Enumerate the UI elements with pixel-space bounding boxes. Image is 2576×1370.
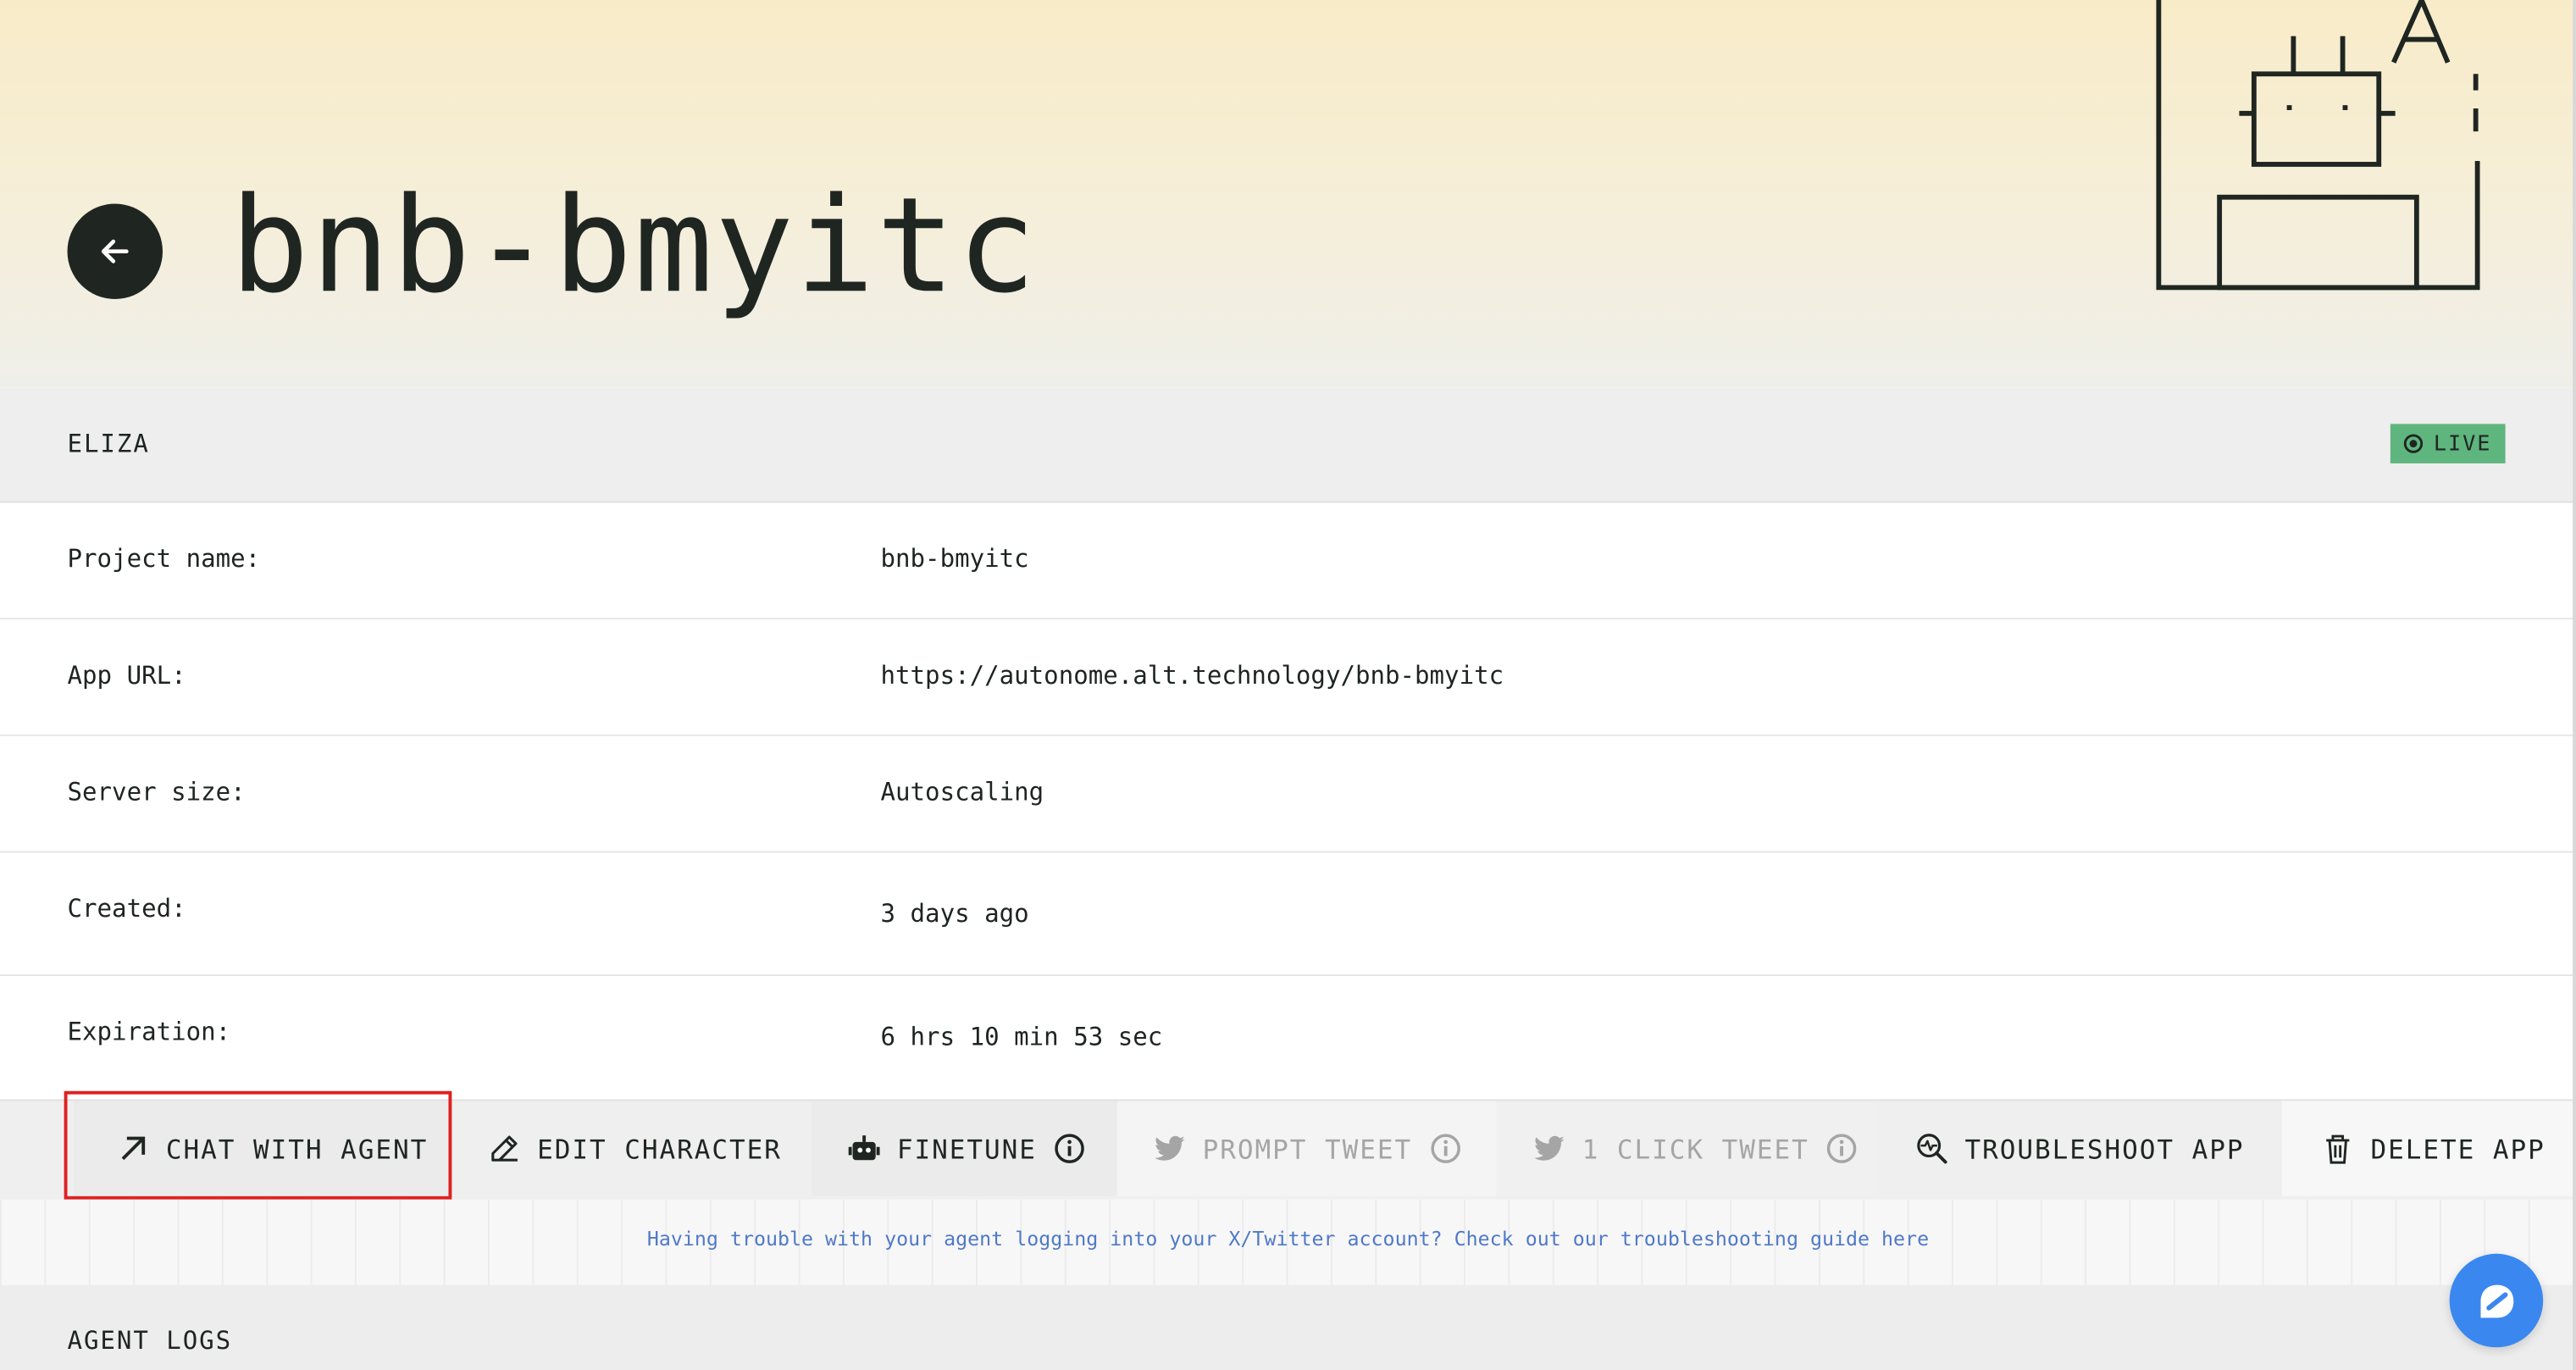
robot-illustration (2156, 0, 2480, 291)
twitter-bird-icon (1534, 1135, 1565, 1161)
chat-with-agent-button[interactable]: CHAT WITH AGENT (74, 1101, 452, 1196)
finetune-button[interactable]: FINETUNE (812, 1101, 1117, 1196)
detail-key: Server size: (67, 777, 246, 807)
twitter-bird-icon (1155, 1135, 1185, 1161)
support-chat-button[interactable] (2449, 1253, 2544, 1348)
chat-bubble-icon (2479, 1284, 2513, 1317)
expiration-countdown: 6 hrs 10 min 53 sec (880, 1022, 1163, 1052)
page-header: bnb-bmyitc (0, 0, 2576, 388)
app-page: bnb-bmyitc ELIZA LIVE Project name: bnb-… (0, 0, 2576, 1370)
arrow-up-right-icon (121, 1136, 146, 1161)
action-bar: CHAT WITH AGENT EDIT CHARACTER FINETUNE (0, 1099, 2576, 1200)
pencil-icon (491, 1135, 518, 1162)
page-title: bnb-bmyitc (230, 169, 1039, 323)
arrow-left-icon (101, 239, 129, 263)
search-pulse-icon (1917, 1134, 1947, 1164)
info-icon[interactable] (1053, 1132, 1086, 1165)
detail-value: bnb-bmyitc (880, 543, 1029, 574)
status-label: LIVE (2433, 431, 2492, 457)
edit-label: EDIT CHARACTER (537, 1133, 782, 1165)
troubleshooting-guide-link[interactable]: Having trouble with your agent logging i… (0, 1228, 2576, 1251)
status-badge: LIVE (2390, 424, 2506, 463)
one-click-tweet-label: 1 CLICK TWEET (1582, 1133, 1809, 1165)
prompt-tweet-button[interactable]: PROMPT TWEET (1116, 1101, 1497, 1196)
detail-key: Created: (67, 894, 186, 924)
detail-value: Autoscaling (880, 777, 1044, 807)
edit-character-button[interactable]: EDIT CHARACTER (488, 1101, 782, 1195)
troubleshoot-app-button[interactable]: TROUBLESHOOT APP (1875, 1101, 2282, 1196)
trash-icon (2326, 1134, 2350, 1164)
chat-label: CHAT WITH AGENT (165, 1133, 429, 1165)
detail-key: App URL: (67, 660, 186, 691)
detail-value: 3 days ago (880, 898, 1029, 929)
app-url-link[interactable]: https://autonome.alt.technology/bnb-bmyi… (881, 661, 1504, 691)
agent-section-header: ELIZA (0, 387, 2576, 503)
detail-row-created: Created: 3 days ago (0, 852, 2576, 977)
info-icon[interactable] (1428, 1132, 1461, 1165)
detail-row-project-name: Project name: bnb-bmyitc (0, 502, 2576, 620)
detail-key: Expiration: (67, 1017, 231, 1047)
one-click-tweet-button[interactable]: 1 CLICK TWEET (1496, 1101, 1876, 1196)
detail-row-server-size: Server size: Autoscaling (0, 735, 2576, 853)
finetune-label: FINETUNE (896, 1133, 1037, 1165)
info-icon[interactable] (1825, 1132, 1859, 1165)
delete-label: DELETE APP (2370, 1133, 2546, 1165)
framework-label: ELIZA (67, 429, 150, 459)
detail-row-app-url: App URL: https://autonome.alt.technology… (0, 619, 2576, 736)
back-button[interactable] (67, 203, 163, 299)
robot-icon (848, 1135, 880, 1161)
agent-logs-section: AGENT LOGS (0, 1284, 2576, 1370)
prompt-tweet-label: PROMPT TWEET (1202, 1133, 1413, 1165)
agent-logs-label: AGENT LOGS (67, 1326, 233, 1356)
detail-key: Project name: (67, 543, 261, 574)
live-dot-icon (2404, 434, 2424, 453)
twitter-help-notice: Having trouble with your agent logging i… (0, 1199, 2576, 1285)
scrollbar[interactable] (2573, 0, 2576, 1370)
detail-row-expiration: Expiration: 6 hrs 10 min 53 sec (0, 976, 2576, 1098)
troubleshoot-label: TROUBLESHOOT APP (1964, 1133, 2245, 1165)
delete-app-button[interactable]: DELETE APP (2281, 1101, 2573, 1196)
